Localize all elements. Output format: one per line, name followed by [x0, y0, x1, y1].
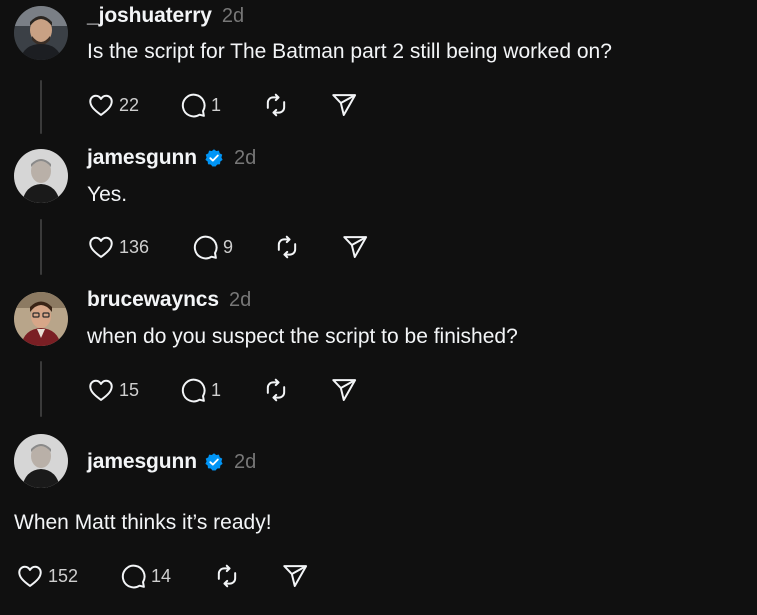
comment-icon	[119, 562, 147, 590]
username[interactable]: jamesgunn	[87, 146, 197, 170]
send-icon	[330, 376, 358, 404]
reply-button[interactable]: 9	[191, 233, 273, 261]
send-icon	[330, 91, 358, 119]
username[interactable]: brucewayncs	[87, 288, 219, 312]
heart-icon	[16, 562, 44, 590]
share-button[interactable]	[281, 562, 309, 590]
thread-line	[40, 219, 42, 275]
like-count: 136	[119, 236, 150, 257]
like-button[interactable]: 15	[87, 376, 179, 404]
post-text: when do you suspect the script to be fin…	[87, 325, 518, 348]
reply-count: 14	[151, 565, 172, 586]
heart-icon	[87, 233, 115, 261]
timestamp[interactable]: 2d	[234, 451, 256, 474]
avatar[interactable]	[14, 434, 68, 488]
like-button[interactable]: 22	[87, 91, 179, 119]
avatar[interactable]	[14, 149, 68, 203]
like-button[interactable]: 152	[16, 562, 119, 590]
comment-icon	[179, 376, 207, 404]
avatar[interactable]	[14, 292, 68, 346]
repost-button[interactable]	[273, 233, 341, 261]
post-text: Is the script for The Batman part 2 stil…	[87, 40, 612, 63]
repost-icon	[262, 91, 290, 119]
reply-button[interactable]: 1	[179, 91, 262, 119]
username[interactable]: _joshuaterry	[87, 4, 212, 28]
comment-icon	[179, 91, 207, 119]
repost-icon	[273, 233, 301, 261]
repost-button[interactable]	[262, 376, 330, 404]
post-actions: 152 14	[16, 562, 309, 590]
reply-button[interactable]: 14	[119, 562, 213, 590]
post-header: jamesgunn 2d	[87, 146, 256, 170]
like-count: 22	[119, 94, 140, 115]
share-button[interactable]	[330, 91, 358, 119]
thread-line	[40, 80, 42, 134]
reply-count: 9	[223, 236, 234, 257]
post-actions: 22 1	[87, 91, 358, 119]
timestamp[interactable]: 2d	[229, 289, 251, 312]
reply-count: 1	[211, 94, 222, 115]
post-header: _joshuaterry 2d	[87, 4, 244, 28]
share-button[interactable]	[330, 376, 358, 404]
verified-badge-icon	[204, 452, 224, 472]
share-button[interactable]	[341, 233, 369, 261]
post-actions: 15 1	[87, 376, 358, 404]
repost-icon	[213, 562, 241, 590]
timestamp[interactable]: 2d	[234, 147, 256, 170]
repost-button[interactable]	[213, 562, 281, 590]
repost-button[interactable]	[262, 91, 330, 119]
post-actions: 136 9	[87, 233, 369, 261]
thread-line	[40, 361, 42, 417]
post-header: jamesgunn 2d	[87, 450, 256, 474]
repost-icon	[262, 376, 290, 404]
send-icon	[281, 562, 309, 590]
avatar[interactable]	[14, 6, 68, 60]
like-button[interactable]: 136	[87, 233, 191, 261]
verified-badge-icon	[204, 148, 224, 168]
comment-icon	[191, 233, 219, 261]
like-count: 15	[119, 379, 140, 400]
reply-button[interactable]: 1	[179, 376, 262, 404]
post-header: brucewayncs 2d	[87, 288, 251, 312]
heart-icon	[87, 376, 115, 404]
reply-count: 1	[211, 379, 222, 400]
username[interactable]: jamesgunn	[87, 450, 197, 474]
send-icon	[341, 233, 369, 261]
heart-icon	[87, 91, 115, 119]
timestamp[interactable]: 2d	[222, 5, 244, 28]
post-text: Yes.	[87, 183, 128, 206]
like-count: 152	[48, 565, 79, 586]
post-text: When Matt thinks it’s ready!	[14, 511, 272, 534]
